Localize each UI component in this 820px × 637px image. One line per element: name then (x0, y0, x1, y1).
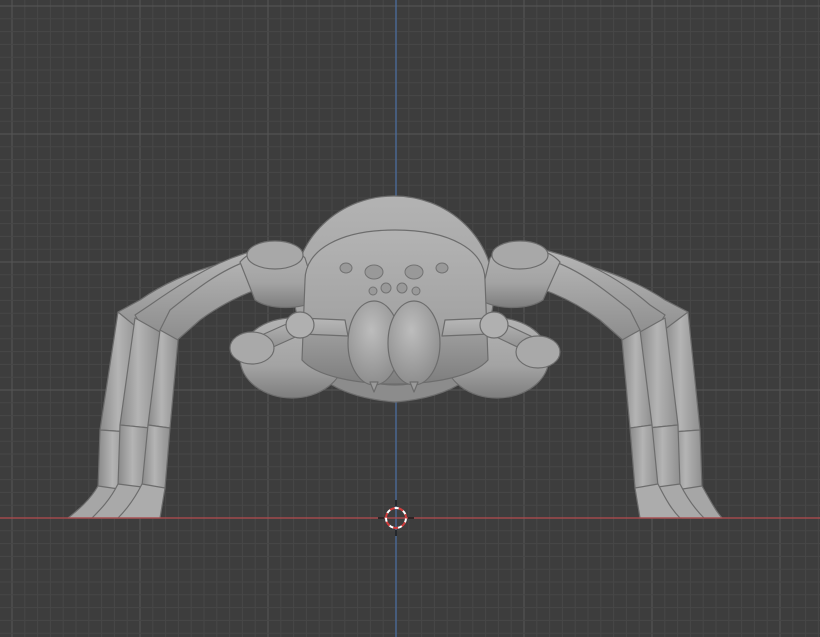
viewport-canvas[interactable] (0, 0, 820, 637)
3d-viewport[interactable] (0, 0, 820, 637)
left-leg-knee-joint (246, 240, 304, 270)
eye-top-inner-right (404, 264, 424, 280)
eye-lower-1 (368, 286, 378, 296)
eye-lower-2 (380, 282, 392, 294)
eye-top-right (435, 262, 449, 274)
right-pedipalp-joint (479, 311, 509, 339)
eye-lower-4 (411, 286, 421, 296)
right-chelicera[interactable] (387, 300, 441, 386)
eye-top-inner-left (364, 264, 384, 280)
left-pedipalp-joint (285, 311, 315, 339)
left-pedipalp-tip (229, 331, 275, 365)
eye-top-left (339, 262, 353, 274)
right-pedipalp-tip (515, 335, 561, 369)
right-leg-knee-joint (491, 240, 549, 270)
eye-lower-3 (396, 282, 408, 294)
